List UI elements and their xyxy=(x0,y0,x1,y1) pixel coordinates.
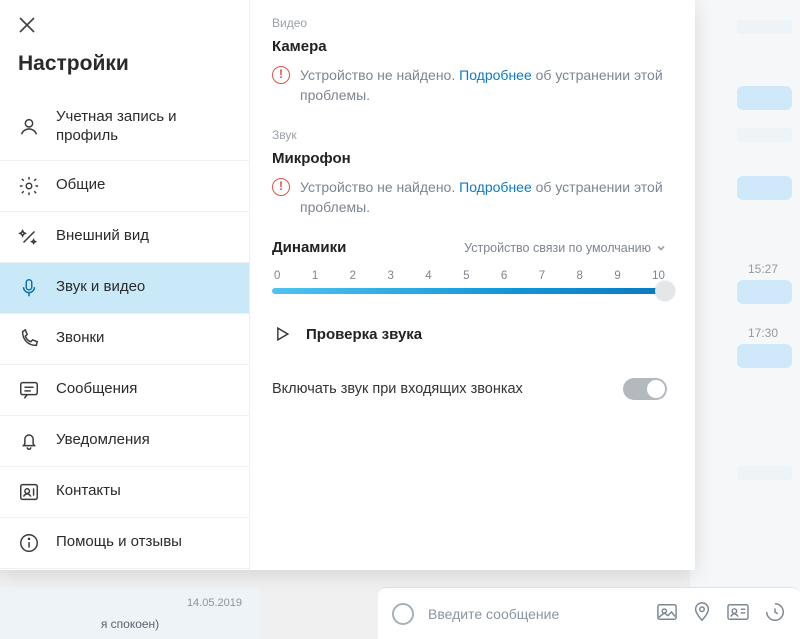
tick: 5 xyxy=(463,270,469,282)
sidebar-item-label: Звонки xyxy=(56,329,104,348)
settings-content: Видео Камера ! Устройство не найдено. По… xyxy=(250,0,695,570)
slider-ticks: 0 1 2 3 4 5 6 7 8 9 10 xyxy=(272,270,667,288)
video-section-label: Видео xyxy=(272,16,667,30)
sidebar-item-audio-video[interactable]: Звук и видео xyxy=(0,263,249,314)
volume-slider[interactable]: 0 1 2 3 4 5 6 7 8 9 10 xyxy=(272,270,667,294)
sidebar-item-label: Сообщения xyxy=(56,380,137,399)
contacts-icon xyxy=(18,481,40,503)
slider-thumb[interactable] xyxy=(655,281,675,301)
chat-preview-row[interactable]: я спокоен) 14.05.2019 xyxy=(0,587,260,639)
schedule-icon[interactable] xyxy=(764,601,786,626)
microphone-title: Микрофон xyxy=(272,150,667,167)
tick: 9 xyxy=(614,270,620,282)
person-icon xyxy=(18,116,40,138)
sidebar-item-account[interactable]: Учетная запись и профиль xyxy=(0,94,249,161)
close-button[interactable] xyxy=(18,16,36,34)
warning-text: Устройство не найдено. xyxy=(300,179,455,195)
settings-modal: Настройки Учетная запись и профиль Общие… xyxy=(0,0,695,570)
camera-warning: ! Устройство не найдено. Подробнее об ус… xyxy=(272,65,667,106)
speakers-device-label: Устройство связи по умолчанию xyxy=(464,241,651,255)
audio-section-label: Звук xyxy=(272,128,667,142)
settings-sidebar: Настройки Учетная запись и профиль Общие… xyxy=(0,0,250,570)
speakers-device-dropdown[interactable]: Устройство связи по умолчанию xyxy=(464,241,667,255)
sidebar-item-general[interactable]: Общие xyxy=(0,161,249,212)
unmute-incoming-label: Включать звук при входящих звонках xyxy=(272,381,523,397)
settings-title: Настройки xyxy=(18,52,249,76)
slider-track[interactable] xyxy=(272,288,667,294)
speakers-title: Динамики xyxy=(272,239,346,256)
chat-timestamp: 17:30 xyxy=(748,326,778,340)
tick: 2 xyxy=(350,270,356,282)
sidebar-item-label: Учетная запись и профиль xyxy=(56,108,231,146)
tick: 8 xyxy=(577,270,583,282)
tick: 4 xyxy=(425,270,431,282)
warning-icon: ! xyxy=(272,178,290,196)
photo-icon[interactable] xyxy=(656,602,678,625)
microphone-icon xyxy=(18,277,40,299)
chat-preview-text: я спокоен) xyxy=(101,617,159,631)
toggle-knob xyxy=(647,380,665,398)
chat-timestamp: 15:27 xyxy=(748,262,778,276)
sidebar-item-calls[interactable]: Звонки xyxy=(0,314,249,365)
emoji-icon[interactable] xyxy=(392,603,414,625)
sidebar-item-help[interactable]: Помощь и отзывы xyxy=(0,518,249,569)
sidebar-item-label: Помощь и отзывы xyxy=(56,533,182,552)
message-composer[interactable]: Введите сообщение xyxy=(378,587,800,639)
sidebar-item-label: Уведомления xyxy=(56,431,150,450)
tick: 0 xyxy=(274,270,280,282)
gear-icon xyxy=(18,175,40,197)
sidebar-item-label: Контакты xyxy=(56,482,121,501)
sidebar-item-messages[interactable]: Сообщения xyxy=(0,365,249,416)
chat-icon xyxy=(18,379,40,401)
play-icon xyxy=(272,324,292,344)
chevron-down-icon xyxy=(655,242,667,254)
camera-title: Камера xyxy=(272,38,667,55)
tick: 7 xyxy=(539,270,545,282)
sidebar-item-label: Звук и видео xyxy=(56,278,145,297)
learn-more-link[interactable]: Подробнее xyxy=(459,67,532,83)
tick: 3 xyxy=(387,270,393,282)
phone-icon xyxy=(18,328,40,350)
sidebar-item-notifications[interactable]: Уведомления xyxy=(0,416,249,467)
contact-card-icon[interactable] xyxy=(726,602,750,625)
sidebar-item-label: Общие xyxy=(56,176,105,195)
warning-text: Устройство не найдено. xyxy=(300,67,455,83)
wand-icon xyxy=(18,226,40,248)
test-audio-label: Проверка звука xyxy=(306,326,422,343)
location-icon[interactable] xyxy=(692,601,712,626)
learn-more-link[interactable]: Подробнее xyxy=(459,179,532,195)
test-audio-button[interactable]: Проверка звука xyxy=(272,324,667,344)
tick: 1 xyxy=(312,270,318,282)
sidebar-item-appearance[interactable]: Внешний вид xyxy=(0,212,249,263)
bell-icon xyxy=(18,430,40,452)
chat-background: 15:27 17:30 xyxy=(690,0,800,639)
microphone-warning: ! Устройство не найдено. Подробнее об ус… xyxy=(272,177,667,218)
warning-icon: ! xyxy=(272,66,290,84)
tick: 6 xyxy=(501,270,507,282)
composer-placeholder[interactable]: Введите сообщение xyxy=(428,606,642,622)
sidebar-item-label: Внешний вид xyxy=(56,227,149,246)
sidebar-item-contacts[interactable]: Контакты xyxy=(0,467,249,518)
unmute-incoming-toggle[interactable] xyxy=(623,378,667,400)
info-icon xyxy=(18,532,40,554)
chat-preview-date: 14.05.2019 xyxy=(187,597,242,609)
